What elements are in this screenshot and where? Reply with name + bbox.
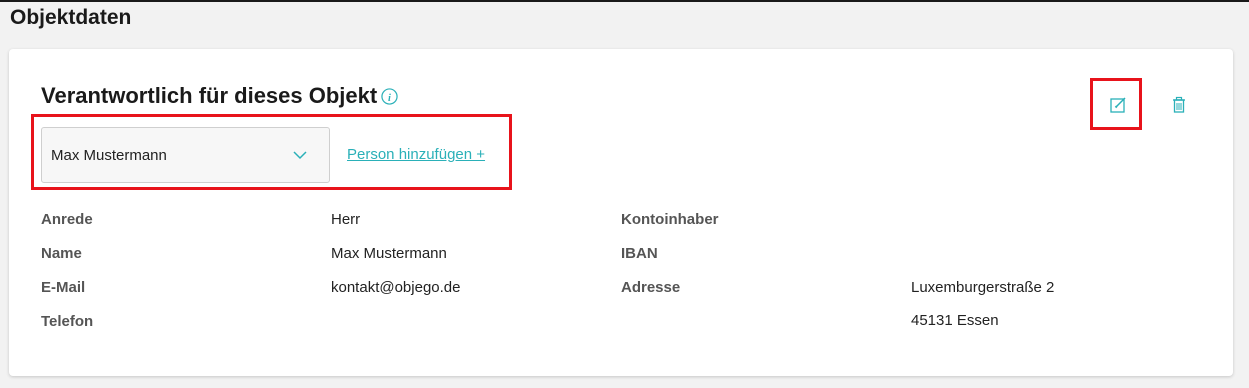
chevron-down-icon (293, 151, 307, 160)
page-title: Objektdaten (10, 6, 132, 29)
card-title-text: Verantwortlich für dieses Objekt (41, 83, 378, 108)
add-person-link[interactable]: Person hinzufügen + (347, 146, 485, 163)
card-title: Verantwortlich für dieses Objekt i (41, 83, 398, 109)
detail-label-name: Name (41, 245, 82, 262)
trash-icon[interactable] (1169, 95, 1189, 115)
person-select[interactable]: Max Mustermann (41, 127, 330, 183)
person-select-value: Max Mustermann (51, 147, 167, 164)
detail-value-street: Luxemburgerstraße 2 (911, 279, 1055, 296)
detail-value-city: 45131 Essen (911, 312, 999, 329)
detail-label-adresse: Adresse (621, 279, 681, 296)
svg-text:i: i (388, 92, 391, 103)
top-divider (0, 0, 1249, 2)
responsible-person-card: Verantwortlich für dieses Objekt i Max M… (9, 49, 1233, 376)
edit-icon[interactable] (1108, 95, 1128, 115)
detail-value-anrede: Herr (331, 211, 361, 228)
detail-label-iban: IBAN (621, 245, 658, 262)
detail-label-anrede: Anrede (41, 211, 93, 228)
info-icon[interactable]: i (381, 87, 398, 105)
detail-value-name: Max Mustermann (331, 245, 447, 262)
detail-value-email: kontakt@objego.de (331, 279, 461, 296)
detail-label-telefon: Telefon (41, 313, 94, 330)
detail-label-email: E-Mail (41, 279, 86, 296)
detail-label-kontoinhaber: Kontoinhaber (621, 211, 719, 228)
